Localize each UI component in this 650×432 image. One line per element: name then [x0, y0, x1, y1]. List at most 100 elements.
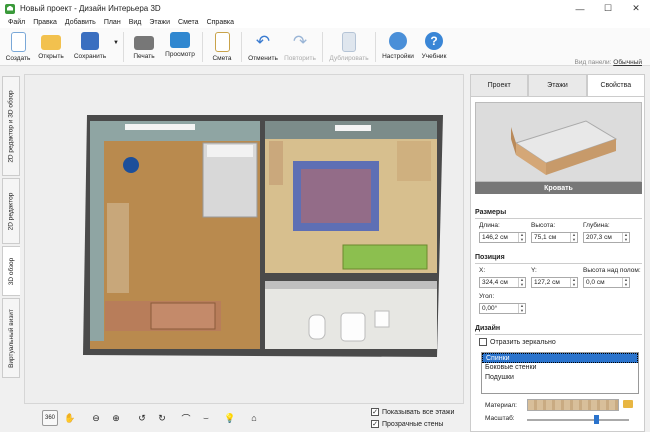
- estimate-button[interactable]: Смета: [206, 28, 238, 66]
- pan-hand-button[interactable]: ✋: [62, 410, 78, 426]
- spinner-icon[interactable]: ▲ ▼: [518, 232, 525, 242]
- tab-2d-3d[interactable]: 2D редактор и 3D обзор: [2, 76, 20, 176]
- create-button[interactable]: Создать: [2, 28, 34, 66]
- check-icon: ✓: [371, 420, 379, 428]
- transparent-walls-checkbox[interactable]: ✓ Прозрачные стены: [371, 420, 443, 428]
- rotate-right-icon: ↻: [158, 412, 166, 423]
- window: [335, 125, 371, 131]
- zoom-in-button[interactable]: ⊕: [108, 410, 124, 426]
- depth-input[interactable]: 207,3 см ▲ ▼: [583, 232, 630, 243]
- menu-edit[interactable]: Правка: [29, 19, 61, 26]
- tilt-down-button[interactable]: ⌣: [198, 410, 214, 426]
- height-input[interactable]: 75,1 см ▲ ▼: [531, 232, 578, 243]
- redo-icon: ↷: [292, 32, 308, 51]
- light-button[interactable]: 💡: [222, 410, 238, 426]
- x-label: X:: [479, 267, 486, 274]
- rotate-360-icon: 360: [44, 415, 55, 421]
- open-button[interactable]: Открыть: [34, 28, 68, 66]
- save-button[interactable]: Сохранить: [68, 28, 112, 66]
- show-all-floors-checkbox[interactable]: ✓ Показывать все этажи: [371, 408, 454, 416]
- elevation-input[interactable]: 0,0 см ▲ ▼: [583, 277, 630, 288]
- spinner-icon[interactable]: ▲ ▼: [622, 277, 629, 287]
- selected-bed[interactable]: [342, 244, 428, 270]
- elevation-label: Высота над полом:: [583, 267, 641, 274]
- divider: [475, 218, 642, 219]
- tab-2d-editor[interactable]: 2D редактор: [2, 178, 20, 244]
- toilet: [308, 314, 326, 340]
- view-mode-tabs: 2D редактор и 3D обзор 2D редактор 3D об…: [0, 74, 22, 432]
- panel-view-link[interactable]: Обычный: [613, 59, 642, 66]
- preview-button[interactable]: Просмотр: [161, 28, 199, 66]
- size-section-title: Размеры: [475, 209, 507, 216]
- spinner-icon[interactable]: ▲ ▼: [518, 303, 525, 313]
- folder-icon[interactable]: [623, 400, 633, 408]
- tab-properties[interactable]: Свойства: [586, 74, 645, 96]
- tab-virtual-visit[interactable]: Виртуальный визит: [2, 298, 20, 378]
- partition-wall: [265, 273, 437, 279]
- cabinet: [150, 302, 216, 330]
- home-view-button[interactable]: ⌂: [246, 410, 262, 426]
- mirror-checkbox[interactable]: Отразить зеркально: [479, 338, 556, 346]
- menu-view[interactable]: Вид: [125, 19, 146, 26]
- duplicate-icon: [342, 32, 356, 52]
- printer-icon: [134, 36, 154, 50]
- tutorial-button[interactable]: ? Учебник: [417, 28, 451, 66]
- y-input[interactable]: 127,2 см ▲ ▼: [531, 277, 578, 288]
- save-icon: [81, 32, 99, 50]
- redo-button[interactable]: ↷ Повторить: [281, 28, 319, 66]
- print-button[interactable]: Печать: [127, 28, 161, 66]
- spinner-icon[interactable]: ▲ ▼: [622, 232, 629, 242]
- scale-slider-track[interactable]: [527, 419, 629, 421]
- zoom-out-button[interactable]: ⊖: [88, 410, 104, 426]
- save-dropdown-button[interactable]: ▼: [112, 28, 120, 66]
- spinner-icon[interactable]: ▲ ▼: [570, 277, 577, 287]
- spinner-icon[interactable]: ▲ ▼: [518, 277, 525, 287]
- app-logo-icon: [5, 3, 15, 14]
- list-item[interactable]: Подушки: [482, 373, 638, 383]
- depth-label: Глубина:: [583, 222, 610, 229]
- window-title: Новый проект - Дизайн Интерьера 3D: [20, 4, 161, 13]
- properties-panel: Проект Этажи Свойства Кровать Размеры Дл…: [467, 74, 650, 432]
- rotate-left-button[interactable]: ↺: [134, 410, 150, 426]
- floor-plan-3d-render: [83, 115, 443, 357]
- menu-plan[interactable]: План: [100, 19, 125, 26]
- x-input[interactable]: 324,4 см ▲ ▼: [479, 277, 526, 288]
- material-swatch[interactable]: [527, 399, 619, 411]
- scale-slider-thumb[interactable]: [594, 415, 600, 424]
- angle-input[interactable]: 0,00° ▲ ▼: [479, 303, 526, 314]
- spinner-icon[interactable]: ▲ ▼: [570, 232, 577, 242]
- tilt-up-button[interactable]: ⌒: [178, 410, 194, 426]
- menu-floors[interactable]: Этажи: [145, 19, 174, 26]
- 3d-viewport[interactable]: [24, 74, 464, 404]
- undo-button[interactable]: ↶ Отменить: [245, 28, 281, 66]
- pan-hand-icon: ✋: [64, 412, 76, 423]
- left-room-side-wall: [90, 121, 104, 341]
- menu-add[interactable]: Добавить: [61, 19, 100, 26]
- menu-help[interactable]: Справка: [203, 19, 238, 26]
- list-item[interactable]: Спинки: [482, 353, 638, 363]
- angle-label: Угол:: [479, 293, 495, 300]
- list-item[interactable]: Боковые стенки: [482, 363, 638, 373]
- settings-button[interactable]: Настройки: [379, 28, 417, 66]
- rotate-right-button[interactable]: ↻: [154, 410, 170, 426]
- tab-3d-view[interactable]: 3D обзор: [2, 246, 20, 296]
- rotate-360-button[interactable]: 360: [42, 410, 58, 426]
- tab-project[interactable]: Проект: [470, 74, 529, 96]
- shelf: [269, 141, 283, 185]
- maximize-button[interactable]: ☐: [594, 0, 622, 17]
- menu-file[interactable]: Файл: [4, 19, 29, 26]
- menu-estimate[interactable]: Смета: [174, 19, 203, 26]
- home-icon: ⌂: [251, 413, 257, 423]
- toolbar: Создать Открыть Сохранить ▼ Печать Просм…: [0, 28, 650, 66]
- parts-list[interactable]: Спинки Боковые стенки Подушки: [481, 352, 639, 394]
- chair: [123, 157, 139, 173]
- duplicate-button[interactable]: Дублировать: [326, 28, 372, 66]
- close-button[interactable]: ✕: [622, 0, 650, 17]
- estimate-icon: [214, 32, 230, 52]
- y-label: Y:: [531, 267, 537, 274]
- tab-floors[interactable]: Этажи: [528, 74, 587, 96]
- undo-icon: ↶: [255, 32, 271, 51]
- minimize-button[interactable]: —: [566, 0, 594, 17]
- material-label: Материал:: [485, 402, 517, 409]
- length-input[interactable]: 146,2 см ▲ ▼: [479, 232, 526, 243]
